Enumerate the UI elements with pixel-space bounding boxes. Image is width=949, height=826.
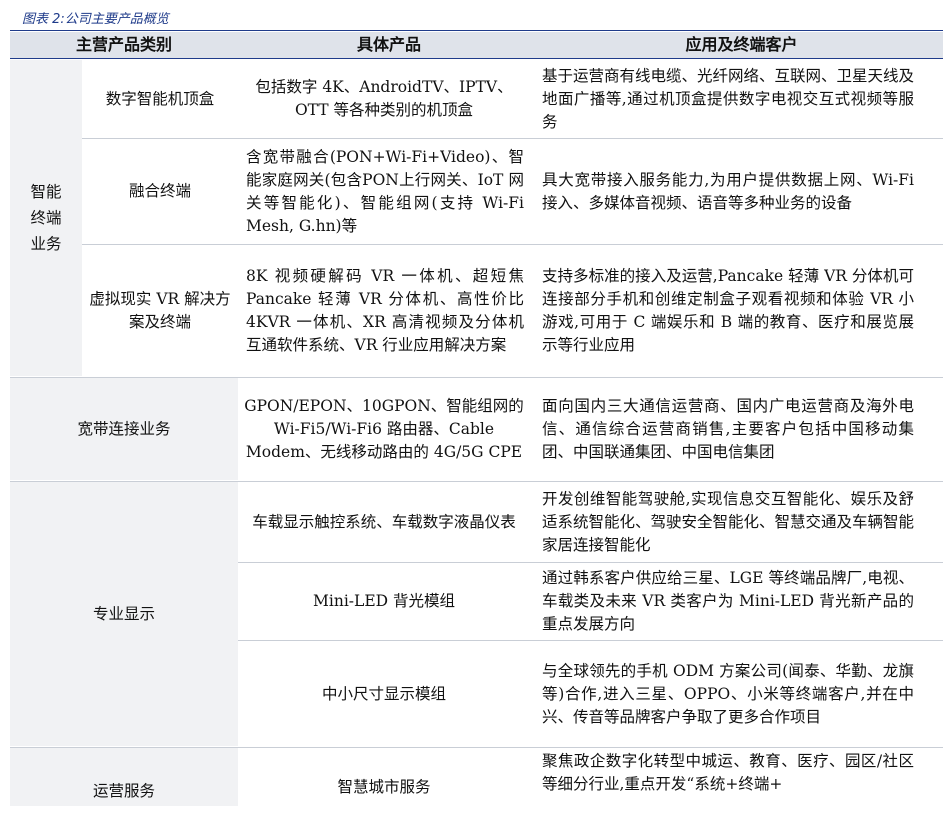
product-cell: 含宽带融合(PON+Wi-Fi+Video)、智能家庭网关(包含PON上行网关、… <box>246 147 524 235</box>
figure-caption: 图表 2:公司主要产品概览 <box>22 12 169 27</box>
application-cell: 具大宽带接入服务能力,为用户提供数据上网、Wi-Fi 接入、多媒体音视频、语音等… <box>542 170 914 212</box>
product-cell: GPON/EPON、10GPON、智能组网的 Wi-Fi5/Wi-Fi6 路由器… <box>244 396 524 461</box>
application-cell: 面向国内三大通信运营商、国内广电运营商及海外电信、通信综合运营商销售,主要客户包… <box>542 396 914 461</box>
group-smart-terminal: 智能 终端 业务 <box>30 183 62 253</box>
application-cell: 支持多标准的接入及运营,Pancake 轻薄 VR 分体机可连接部分手机和创维定… <box>542 267 914 354</box>
group-display: 专业显示 <box>92 604 155 623</box>
header-application: 应用及终端客户 <box>685 35 798 54</box>
application-cell: 基于运营商有线电缆、光纤网络、互联网、卫星天线及地面广播等,通过机顶盒提供数字电… <box>542 66 915 131</box>
product-cell: 中小尺寸显示模组 <box>321 684 446 703</box>
application-cell: 与全球领先的手机 ODM 方案公司(闻泰、华勤、龙旗等)合作,进入三星、OPPO… <box>542 661 914 726</box>
product-cell: 8K 视频硬解码 VR 一体机、超短焦 Pancake 轻薄 VR 分体机、高性… <box>246 267 524 354</box>
application-cell: 聚焦政企数字化转型中城运、教育、医疗、园区/社区等细分行业,重点开发“系统+终端… <box>542 752 914 793</box>
product-cell: 智慧城市服务 <box>337 777 431 796</box>
sub-category: 数字智能机顶盒 <box>105 89 215 108</box>
header-category: 主营产品类别 <box>75 35 172 54</box>
sub-category: 融合终端 <box>128 182 191 200</box>
product-cell: 包括数字 4K、AndroidTV、IPTV、OTT 等各种类别的机顶盒 <box>255 78 513 119</box>
sub-category: 虚拟现实 VR 解决方案及终端 <box>89 290 231 331</box>
top-rule <box>10 30 943 31</box>
product-cell: 车载显示触控系统、车载数字液晶仪表 <box>252 512 516 531</box>
application-cell: 开发创维智能驾驶舱,实现信息交互智能化、娱乐及舒适系统智能化、驾驶安全智能化、智… <box>542 489 915 554</box>
table-header: 主营产品类别 具体产品 应用及终端客户 <box>10 32 943 59</box>
application-cell: 通过韩系客户供应给三星、LGE 等终端品牌厂,电视、车载类及未来 VR 类客户为… <box>542 569 914 633</box>
header-product: 具体产品 <box>356 35 421 54</box>
group-broadband: 宽带连接业务 <box>77 419 171 438</box>
product-cell: Mini-LED 背光模组 <box>313 592 455 610</box>
group-ops: 运营服务 <box>92 782 155 800</box>
